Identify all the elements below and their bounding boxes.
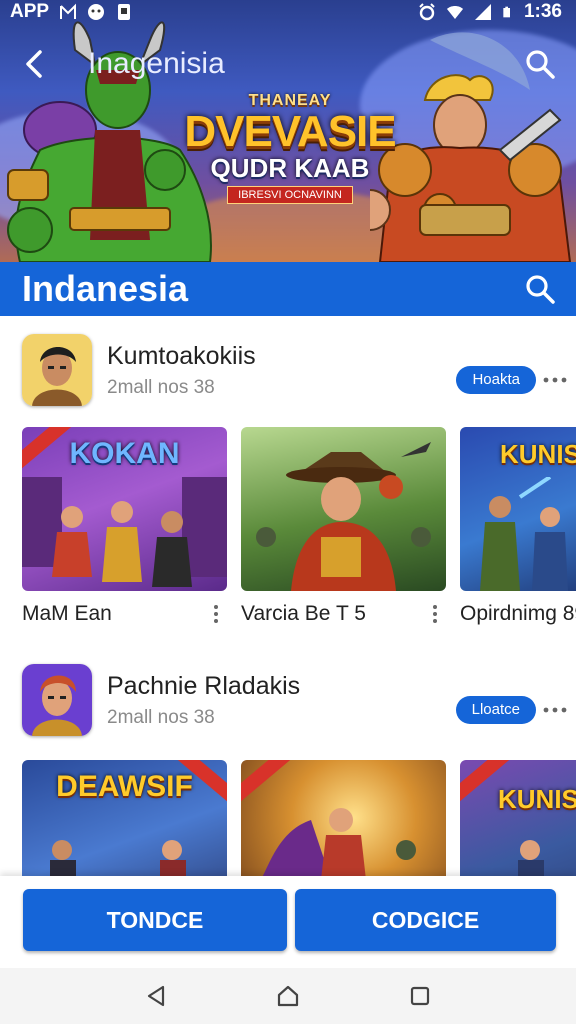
card-carousel: KOKAN MaM Ean Varcia Be T 5 KUNIS Opirdn… [22,427,576,627]
search-icon[interactable] [522,271,558,307]
card-logo-text: KOKAN [69,437,180,470]
status-time: 1:36 [523,1,562,22]
card-title: Varcia Be T 5 [241,602,366,625]
app-row[interactable]: Kumtoakokiis 2mall nos 38 Hoakta [0,330,576,410]
hero-nav-title: Inagenisia [88,47,225,80]
game-card[interactable]: Varcia Be T 5 [241,427,446,627]
hero-toolbar: Inagenisia [18,40,558,88]
search-icon[interactable] [522,46,558,82]
hero-logo-line2: DVEVASIE [184,107,396,156]
notification-icon [88,4,105,20]
card-artwork [256,442,431,591]
card-thumbnail: KUNISI [460,427,576,591]
hero-logo-line4: IBRESVI OCNAVINN [227,186,353,204]
alarm-icon [419,3,435,21]
card-thumbnail: KOKAN [22,427,227,591]
card-logo-text: KUNISK [498,784,576,814]
card-artwork [480,477,568,591]
app-action-button[interactable]: Lloatce [455,696,536,724]
hero-banner: THANEAY DVEVASIE QUDR KAAB IBRESVI OCNAV… [0,0,576,262]
back-triangle-icon[interactable] [143,983,169,1009]
back-arrow-icon[interactable] [18,46,54,82]
bottom-action-bar: TONDCE CODGICE [0,876,576,968]
recents-square-icon[interactable] [407,983,433,1009]
app-icon-avatar [22,664,92,736]
more-vertical-icon[interactable] [428,603,442,625]
primary-left-button[interactable]: TONDCE [23,889,287,951]
more-horizontal-icon[interactable] [542,370,568,390]
hero-logo-line3: QUDR KAAB [210,153,370,183]
card-thumbnail [241,427,446,591]
signal-icon [474,4,491,20]
clipboard-icon [118,4,131,20]
hero-game-logo: THANEAY DVEVASIE QUDR KAAB IBRESVI OCNAV… [165,92,415,204]
card-footer: Varcia Be T 5 [241,601,446,627]
page-title: Indanesia [22,268,189,309]
app-action-button[interactable]: Hoakta [456,366,536,394]
mail-icon [60,3,77,19]
card-artwork [518,840,544,880]
game-card[interactable]: KUNISI Opirdnimg 89 [460,427,576,627]
app-icon-avatar [22,334,92,406]
status-bar: APP 1:36 [0,0,576,24]
section-title-bar: Indanesia [0,262,576,316]
card-footer: MaM Ean [22,601,227,627]
game-card[interactable]: KOKAN MaM Ean [22,427,227,627]
more-horizontal-icon[interactable] [542,700,568,720]
card-footer: Opirdnimg 89 [460,601,576,627]
status-app-label: APP [10,1,50,22]
card-title: MaM Ean [22,602,112,625]
battery-icon [503,6,510,18]
card-logo-text: DEAWSIF [56,770,193,803]
card-title: Opirdnimg 89 [460,602,576,625]
card-artwork [261,808,416,880]
card-artwork [22,477,227,587]
primary-right-button[interactable]: CODGICE [295,889,556,951]
system-nav-bar [0,968,576,1024]
home-icon[interactable] [275,983,301,1009]
more-vertical-icon[interactable] [209,603,223,625]
app-row[interactable]: Pachnie Rladakis 2mall nos 38 Lloatce [0,660,576,740]
card-logo-text: KUNISI [500,439,576,469]
wifi-icon [446,6,463,19]
card-artwork [50,840,186,880]
